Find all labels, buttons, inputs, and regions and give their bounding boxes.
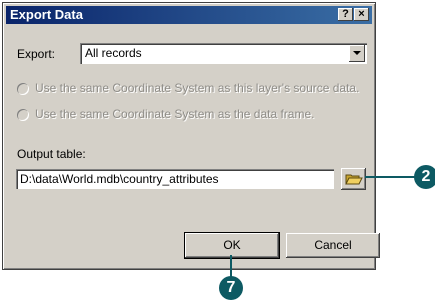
- chevron-down-icon[interactable]: [349, 45, 365, 62]
- export-data-dialog: Export Data ? × Export: All records Use …: [2, 2, 380, 270]
- callout-line-7: [230, 255, 232, 277]
- close-button[interactable]: ×: [354, 8, 369, 21]
- radio-data-frame-coordinate-system-label: Use the same Coordinate System as the da…: [35, 107, 315, 121]
- output-table-input[interactable]: D:\data\World.mdb\country_attributes: [16, 169, 334, 189]
- step-callout-2: 2: [414, 165, 435, 189]
- radio-source-coordinate-system-label: Use the same Coordinate System as this l…: [35, 81, 360, 95]
- callout-line-2: [365, 176, 415, 178]
- ok-button[interactable]: OK: [184, 232, 280, 259]
- export-select[interactable]: All records: [80, 43, 367, 64]
- help-button[interactable]: ?: [338, 8, 353, 21]
- cancel-button[interactable]: Cancel: [286, 233, 380, 258]
- open-folder-icon: [345, 174, 363, 185]
- title-bar: Export Data ? ×: [6, 6, 372, 24]
- radio-data-frame-coordinate-system[interactable]: [17, 109, 29, 121]
- radio-source-coordinate-system[interactable]: [17, 83, 29, 95]
- export-select-value: All records: [85, 46, 142, 60]
- output-table-label: Output table:: [17, 147, 86, 161]
- dialog-title: Export Data: [10, 7, 83, 22]
- step-callout-7: 7: [219, 276, 243, 300]
- export-label: Export:: [17, 47, 56, 61]
- browse-button[interactable]: [341, 168, 366, 190]
